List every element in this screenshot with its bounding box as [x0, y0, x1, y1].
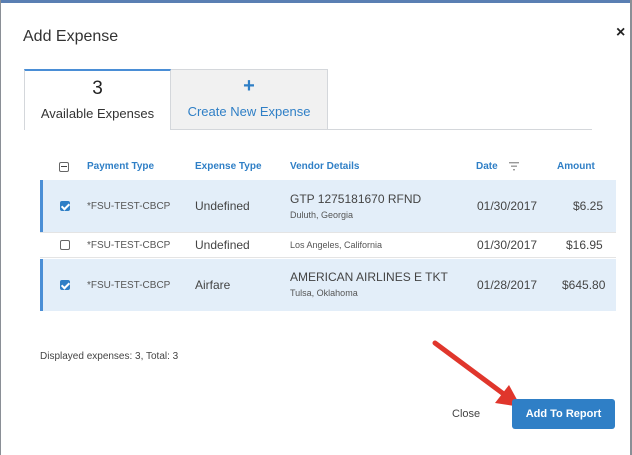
expense-type-cell: Undefined: [195, 238, 250, 252]
column-header-expense-type[interactable]: Expense Type: [195, 161, 262, 172]
payment-type-cell: *FSU-TEST-CBCP: [87, 280, 171, 291]
expense-count-summary: Displayed expenses: 3, Total: 3: [40, 351, 179, 362]
vendor-details-cell: GTP 1275181670 RFND Duluth, Georgia: [290, 192, 421, 220]
column-header-payment-type[interactable]: Payment Type: [87, 161, 154, 172]
column-header-date[interactable]: Date: [476, 161, 498, 172]
window-left-border: [0, 0, 1, 455]
table-row[interactable]: *FSU-TEST-CBCP Undefined Los Angeles, Ca…: [40, 232, 616, 258]
available-expenses-count: 3: [92, 78, 103, 99]
vendor-name: GTP 1275181670 RFND: [290, 192, 422, 206]
close-button[interactable]: Close: [452, 408, 480, 420]
expense-type-cell: Airfare: [195, 278, 231, 292]
tab-available-expenses[interactable]: 3 Available Expenses: [24, 69, 171, 130]
tab-label-available: Available Expenses: [40, 106, 155, 121]
add-to-report-button[interactable]: Add To Report: [512, 399, 615, 429]
column-header-amount[interactable]: Amount: [557, 161, 595, 172]
payment-type-cell: *FSU-TEST-CBCP: [87, 240, 171, 251]
plus-icon: +: [243, 75, 255, 97]
close-icon[interactable]: ×: [616, 24, 625, 42]
vendor-location: Los Angeles, California: [290, 240, 383, 250]
tab-create-new-expense[interactable]: + Create New Expense: [171, 69, 328, 129]
vendor-location: Tulsa, Oklahoma: [290, 288, 358, 298]
tab-label-create: Create New Expense: [187, 104, 311, 119]
amount-cell: $645.80: [562, 278, 606, 292]
row-checkbox[interactable]: [60, 280, 70, 290]
row-checkbox[interactable]: [60, 240, 70, 250]
row-checkbox[interactable]: [60, 201, 70, 211]
select-all-checkbox[interactable]: [59, 162, 69, 172]
column-header-vendor-details[interactable]: Vendor Details: [290, 161, 359, 172]
table-row[interactable]: *FSU-TEST-CBCP Undefined GTP 1275181670 …: [40, 180, 616, 232]
date-cell: 01/30/2017: [477, 199, 538, 213]
dialog-title: Add Expense: [23, 28, 119, 45]
date-cell: 01/30/2017: [477, 238, 538, 252]
date-cell: 01/28/2017: [477, 278, 538, 292]
table-row[interactable]: *FSU-TEST-CBCP Airfare AMERICAN AIRLINES…: [40, 259, 616, 311]
expense-type-cell: Undefined: [195, 199, 250, 213]
amount-cell: $16.95: [566, 238, 603, 252]
amount-cell: $6.25: [573, 199, 604, 213]
window-top-border: [0, 0, 632, 3]
vendor-location: Duluth, Georgia: [290, 210, 354, 220]
vendor-details-cell: AMERICAN AIRLINES E TKT Tulsa, Oklahoma: [290, 270, 448, 298]
vendor-name: AMERICAN AIRLINES E TKT: [290, 270, 448, 284]
sort-filter-icon[interactable]: [508, 160, 520, 172]
payment-type-cell: *FSU-TEST-CBCP: [87, 201, 171, 212]
